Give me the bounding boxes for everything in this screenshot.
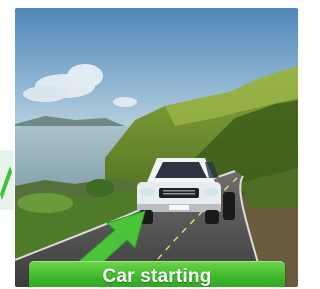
caption-text: Car starting: [102, 266, 212, 287]
slide-card[interactable]: Car starting: [15, 8, 298, 287]
caption-bar: Car starting: [29, 261, 285, 287]
scene-image: [15, 8, 298, 287]
previous-slide-arrow-icon: [0, 150, 14, 210]
previous-slide-peek[interactable]: [0, 150, 14, 210]
carousel-frame: Car starting: [0, 0, 306, 289]
